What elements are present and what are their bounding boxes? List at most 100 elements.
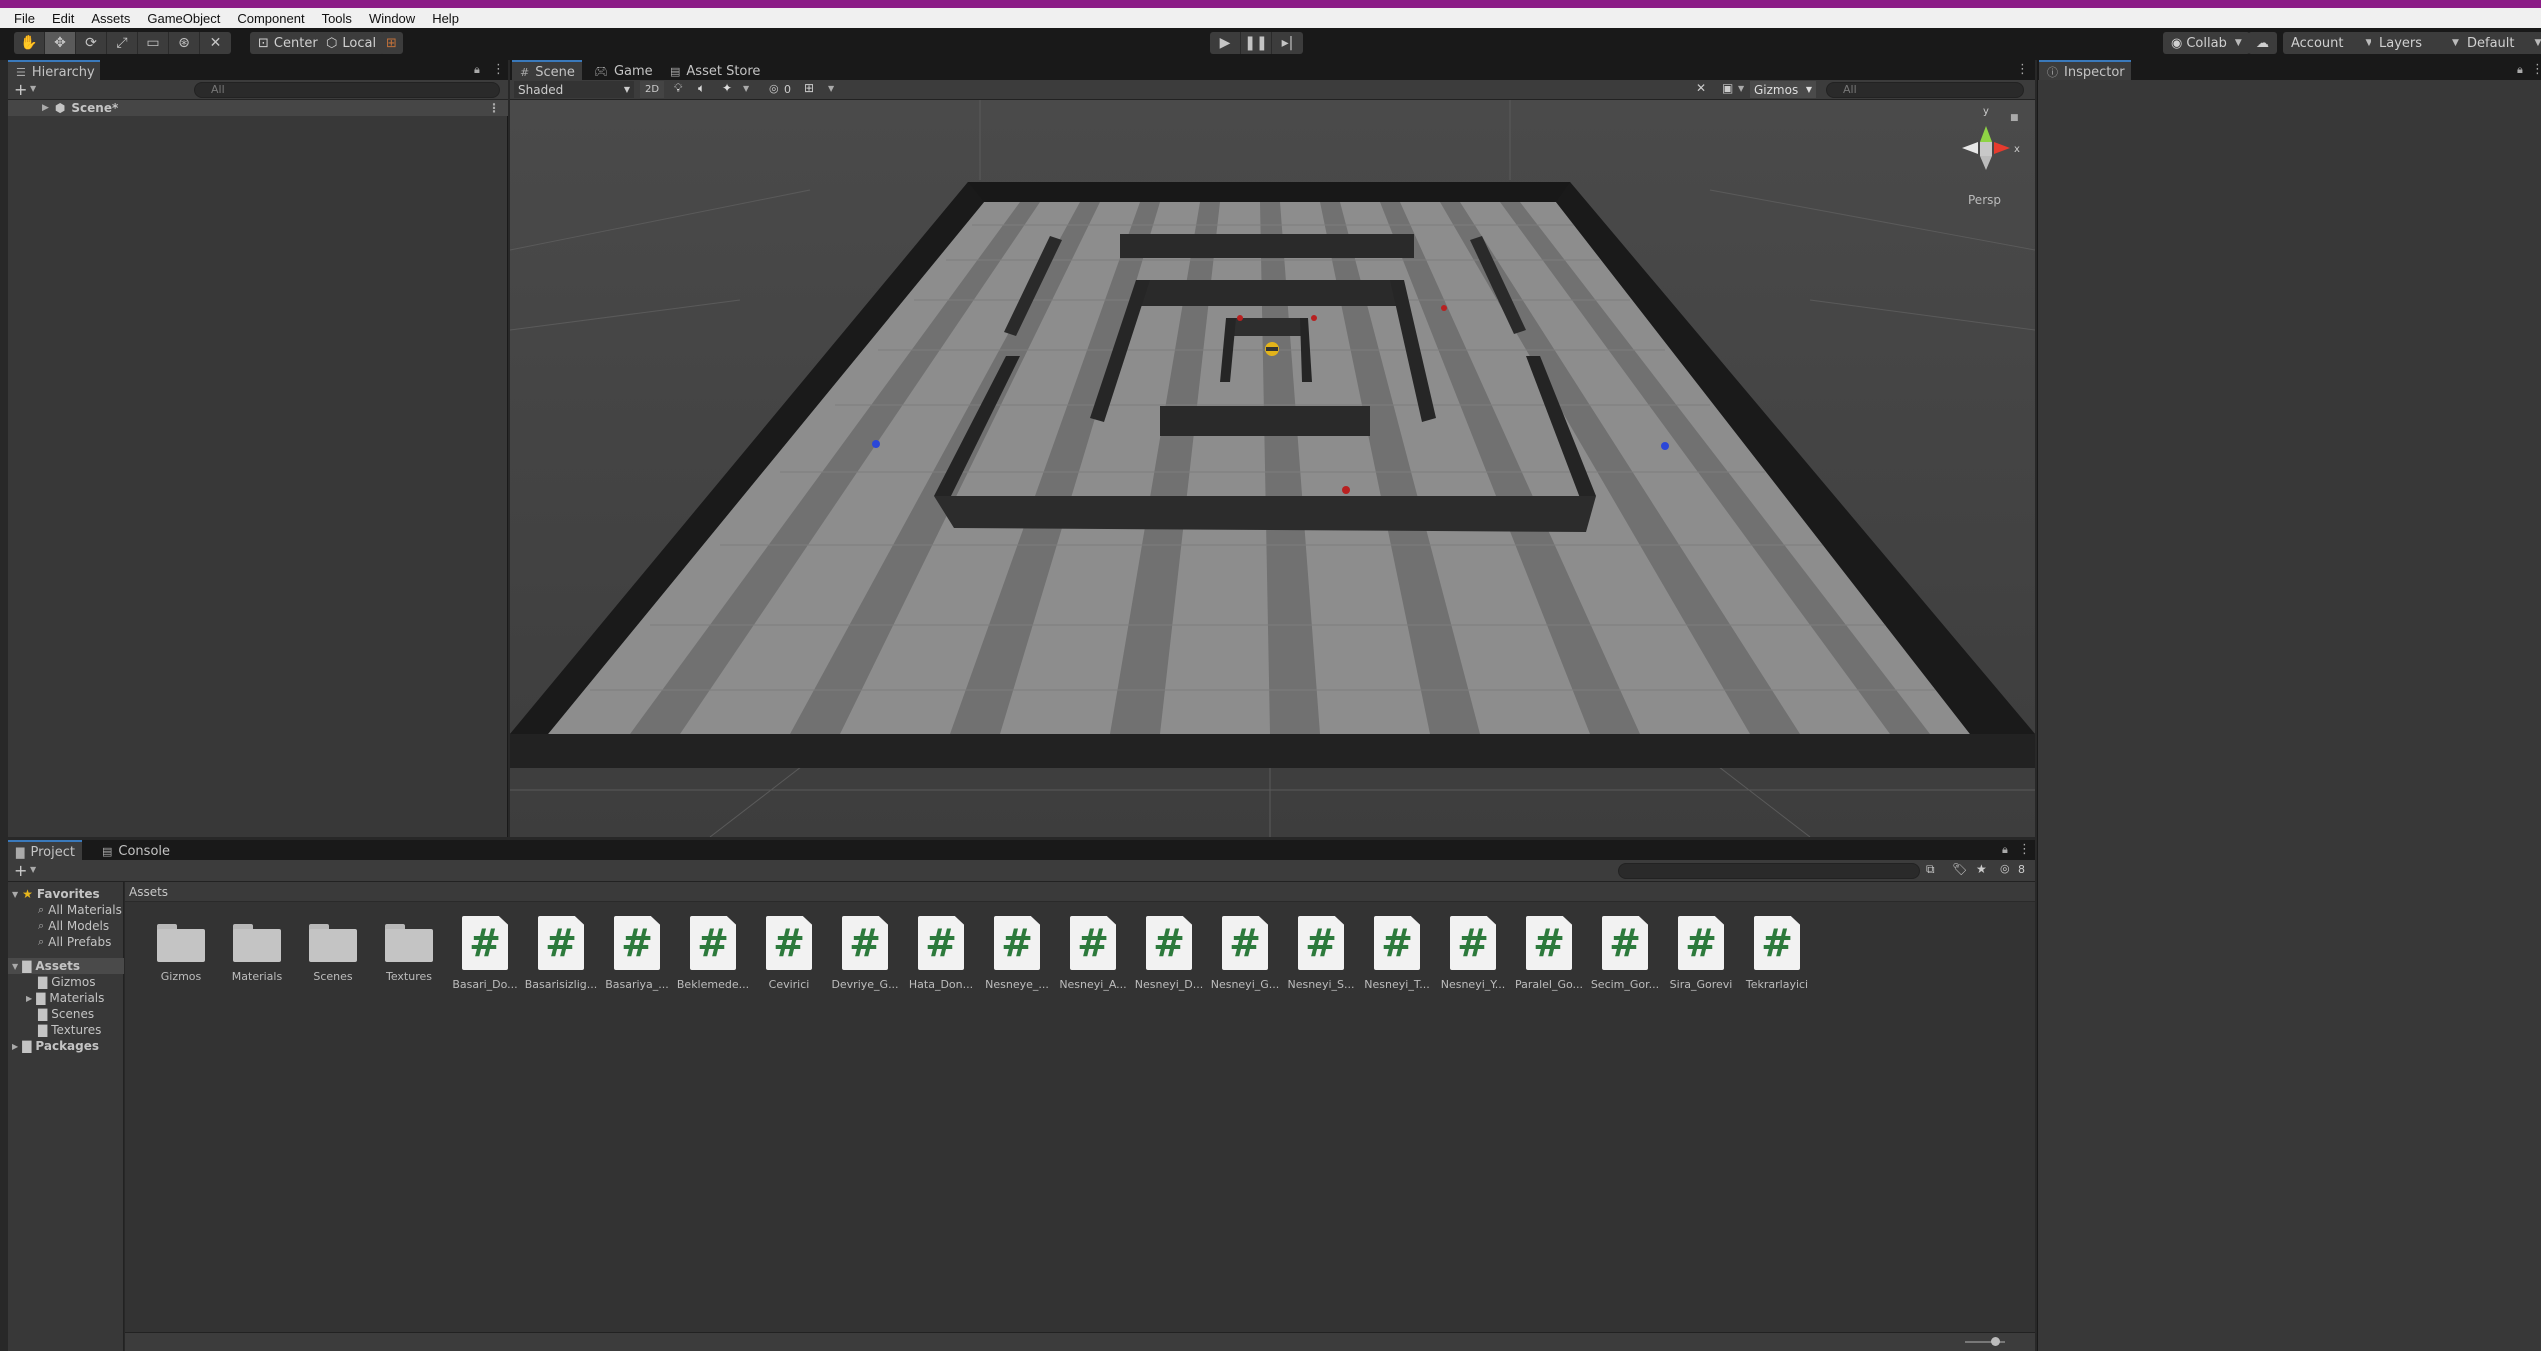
pause-icon[interactable]: ❚❚ [1241, 32, 1272, 54]
tab-scene[interactable]: # Scene [512, 60, 582, 82]
pivot-center-button[interactable]: ⊡ Center [250, 32, 326, 54]
tab-game[interactable]: 🎮︎ Game [586, 60, 661, 82]
chevron-down-icon[interactable]: ▼ [828, 84, 834, 93]
2d-toggle[interactable]: 2D [640, 81, 664, 98]
chevron-right-icon[interactable]: ▶ [26, 994, 32, 1003]
asset-script[interactable]: # Paralel_Go... [1511, 916, 1587, 996]
chevron-down-icon[interactable]: ▼ [30, 84, 36, 93]
asset-script[interactable]: # Nesneyi_Y... [1435, 916, 1511, 996]
asset-script[interactable]: # Cevirici [751, 916, 827, 996]
tree-textures[interactable]: ▇ Textures [8, 1022, 101, 1038]
grid-snap-button[interactable]: ⊞ [380, 32, 403, 54]
gizmos-dropdown[interactable]: Gizmos ▼ [1750, 81, 1816, 98]
menu-file[interactable]: File [14, 11, 35, 26]
project-search-input[interactable] [1618, 863, 1920, 879]
tree-favorites[interactable]: ▼ ★ Favorites [8, 886, 100, 902]
layers-dropdown[interactable]: Layers ▼ [2371, 32, 2467, 54]
asset-script[interactable]: # Nesneyi_A... [1055, 916, 1131, 996]
panel-menu-icon[interactable]: ⋮ [2018, 842, 2031, 857]
chevron-down-icon[interactable]: ▼ [12, 962, 18, 971]
tree-all-prefabs[interactable]: ⌕ All Prefabs [8, 934, 111, 950]
menu-assets[interactable]: Assets [91, 11, 130, 26]
chevron-down-icon[interactable]: ▼ [12, 890, 18, 899]
layout-dropdown[interactable]: Default ▼ [2459, 32, 2541, 54]
step-icon[interactable]: ▸| [1272, 32, 1303, 54]
tab-inspector[interactable]: ⓘ Inspector [2039, 60, 2131, 82]
tree-assets[interactable]: ▼ ▇ Assets [8, 958, 124, 974]
tree-materials[interactable]: ▶ ▇ Materials [8, 990, 104, 1006]
gizmo-center-cube[interactable] [1980, 142, 1992, 156]
panel-menu-icon[interactable]: ⋮ [2531, 62, 2541, 77]
scale-tool-icon[interactable]: ⤢ [107, 32, 138, 54]
hierarchy-search-input[interactable]: All [194, 82, 500, 98]
custom-tool-icon[interactable]: ✕ [200, 32, 231, 54]
lighting-icon[interactable]: 💡︎ [674, 81, 682, 96]
hidden-objects-icon[interactable]: ◎ [769, 82, 779, 95]
asset-script[interactable]: # Secim_Gor... [1587, 916, 1663, 996]
panel-menu-icon[interactable]: ⋮ [492, 62, 505, 77]
tree-scenes[interactable]: ▇ Scenes [8, 1006, 94, 1022]
asset-script[interactable]: # Nesneyi_T... [1359, 916, 1435, 996]
asset-folder[interactable]: Materials [219, 916, 295, 996]
search-by-type-icon[interactable]: ⧉ [1926, 862, 1935, 877]
asset-script[interactable]: # Nesneyi_D... [1131, 916, 1207, 996]
move-tool-icon[interactable]: ✥ [45, 32, 76, 54]
asset-script[interactable]: # Basari_Do... [447, 916, 523, 996]
tree-gizmos[interactable]: ▇ Gizmos [8, 974, 95, 990]
asset-script[interactable]: # Devriye_G... [827, 916, 903, 996]
lock-icon[interactable]: 🔒︎ [474, 63, 480, 77]
asset-folder[interactable]: Gizmos [143, 916, 219, 996]
camera-icon[interactable]: ▣ [1722, 81, 1733, 95]
asset-script[interactable]: # Basarisizlig... [523, 916, 599, 996]
breadcrumb-assets[interactable]: Assets [129, 885, 168, 899]
asset-folder[interactable]: Textures [371, 916, 447, 996]
shading-mode-dropdown[interactable]: Shaded ▼ [514, 81, 634, 98]
asset-folder[interactable]: Scenes [295, 916, 371, 996]
rect-tool-icon[interactable]: ▭ [138, 32, 169, 54]
asset-script[interactable]: # Nesneyi_G... [1207, 916, 1283, 996]
asset-script[interactable]: # Tekrarlayici [1739, 916, 1815, 996]
rotate-tool-icon[interactable]: ⟳ [76, 32, 107, 54]
scene-viewport[interactable]: y x ■ Persp [510, 100, 2035, 837]
tab-console[interactable]: ▤ Console [94, 840, 178, 862]
zoom-slider-handle[interactable] [1991, 1337, 2000, 1346]
menu-edit[interactable]: Edit [52, 11, 74, 26]
hand-tool-icon[interactable]: ✋ [14, 32, 45, 54]
menu-gameobject[interactable]: GameObject [147, 11, 220, 26]
chevron-down-icon[interactable]: ▼ [1738, 84, 1744, 93]
add-icon[interactable]: + [14, 861, 27, 880]
play-icon[interactable]: ▶ [1210, 32, 1241, 54]
hierarchy-scene-row[interactable]: ▶ ⬢ Scene* ⋮ [8, 100, 508, 116]
chevron-right-icon[interactable]: ▶ [42, 103, 49, 113]
collab-dropdown[interactable]: ◉ Collab ▼ [2163, 32, 2250, 54]
asset-script[interactable]: # Nesneye_... [979, 916, 1055, 996]
chevron-down-icon[interactable]: ▼ [743, 84, 749, 93]
tab-asset-store[interactable]: ▤ Asset Store [662, 60, 768, 82]
chevron-right-icon[interactable]: ▶ [12, 1042, 18, 1051]
audio-icon[interactable]: 🔈︎ [698, 81, 705, 96]
effects-icon[interactable]: ✦ [722, 81, 732, 95]
menu-help[interactable]: Help [432, 11, 459, 26]
asset-script[interactable]: # Basariya_... [599, 916, 675, 996]
add-icon[interactable]: + [14, 80, 27, 99]
projection-label[interactable]: Persp [1968, 193, 2001, 207]
tab-hierarchy[interactable]: ☰ Hierarchy [8, 60, 100, 82]
menu-component[interactable]: Component [237, 11, 304, 26]
asset-script[interactable]: # Hata_Don... [903, 916, 979, 996]
chevron-down-icon[interactable]: ▼ [30, 865, 36, 874]
menu-tools[interactable]: Tools [322, 11, 352, 26]
tools-icon[interactable]: ✕ [1696, 81, 1706, 95]
hidden-packages-icon[interactable]: ◎ [2000, 862, 2010, 875]
scene-search-input[interactable]: All [1826, 82, 2024, 98]
panel-menu-icon[interactable]: ⋮ [2016, 62, 2029, 77]
pivot-space-button[interactable]: ⬡ Local [318, 32, 385, 54]
gizmo-lock-icon[interactable]: ■ [2010, 113, 2019, 123]
asset-script[interactable]: # Beklemede... [675, 916, 751, 996]
favorite-star-icon[interactable]: ★ [1976, 862, 1987, 876]
asset-script[interactable]: # Nesneyi_S... [1283, 916, 1359, 996]
menu-window[interactable]: Window [369, 11, 415, 26]
label-icon[interactable]: 🏷︎ [1952, 862, 1967, 876]
account-dropdown[interactable]: Account ▼ [2283, 32, 2381, 54]
tree-packages[interactable]: ▶ ▇ Packages [8, 1038, 99, 1054]
tree-all-models[interactable]: ⌕ All Models [8, 918, 109, 934]
